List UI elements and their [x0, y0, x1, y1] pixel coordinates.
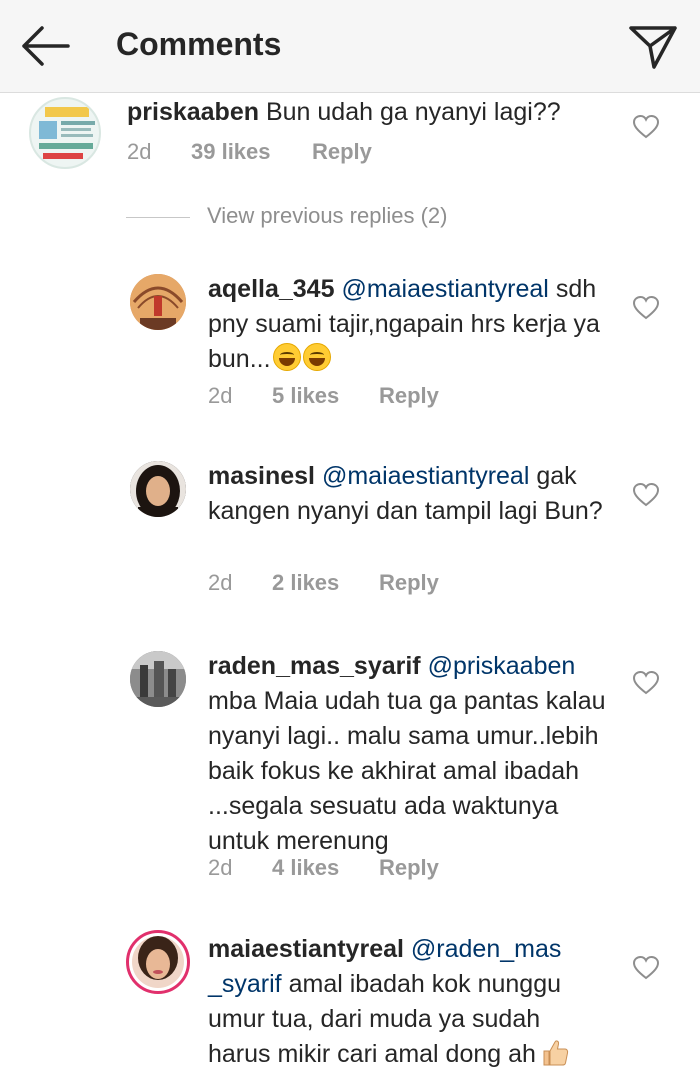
comment-body: mba Maia udah tua ga pantas kalau nyanyi… — [208, 687, 606, 855]
comment-parent: priskaaben Bun udah ga nyanyi lagi?? 2d … — [0, 93, 700, 183]
grinning-emoji-icon — [272, 343, 301, 371]
mention-link[interactable]: @priskaaben — [428, 652, 576, 680]
reply-item: maiaestiantyreal @raden_mas _syarif amal… — [0, 930, 700, 1079]
likes-count[interactable]: 2 likes — [272, 570, 339, 596]
avatar[interactable] — [29, 97, 101, 169]
send-button[interactable] — [626, 20, 680, 72]
reply-item: raden_mas_syarif @priskaaben mba Maia ud… — [0, 647, 700, 892]
comment-meta: 2d 2 likes Reply — [208, 570, 608, 598]
comment-text: priskaaben Bun udah ga nyanyi lagi?? — [127, 95, 637, 130]
comment-username[interactable]: priskaaben — [127, 98, 259, 126]
mention-link[interactable]: @maiaestiantyreal — [341, 275, 548, 303]
comment-text: maiaestiantyreal @raden_mas _syarif amal… — [208, 932, 608, 1072]
reply-button[interactable]: Reply — [379, 383, 439, 409]
thumbs-up-icon — [543, 1040, 569, 1066]
comment-time: 2d — [208, 383, 233, 408]
comment-time: 2d — [127, 139, 152, 164]
likes-count[interactable]: 5 likes — [272, 383, 339, 409]
avatar-image — [130, 651, 186, 707]
heart-icon[interactable] — [633, 956, 659, 980]
reply-button[interactable]: Reply — [379, 855, 439, 881]
back-button[interactable] — [18, 22, 72, 70]
heart-icon[interactable] — [633, 296, 659, 320]
comment-username[interactable]: aqella_345 — [208, 275, 335, 303]
avatar[interactable] — [130, 461, 186, 517]
arrow-left-icon — [22, 26, 70, 66]
grinning-emoji-icon — [302, 343, 331, 371]
reply-button[interactable]: Reply — [312, 139, 372, 165]
heart-icon[interactable] — [633, 115, 659, 139]
avatar[interactable] — [130, 651, 186, 707]
page-title: Comments — [116, 26, 282, 62]
avatar-image — [39, 107, 95, 159]
likes-count[interactable]: 4 likes — [272, 855, 339, 881]
avatar-image — [130, 461, 186, 517]
view-previous-label: View previous replies (2) — [207, 203, 448, 228]
comment-text: masinesl @maiaestiantyreal gak kangen ny… — [208, 459, 608, 529]
reply-item: masinesl @maiaestiantyreal gak kangen ny… — [0, 457, 700, 602]
avatar-image — [132, 936, 184, 988]
avatar[interactable] — [130, 274, 186, 330]
likes-count[interactable]: 39 likes — [191, 139, 271, 165]
comment-text: aqella_345 @maiaestiantyreal sdh pny sua… — [208, 272, 628, 377]
comment-body: Bun udah ga nyanyi lagi?? — [259, 98, 561, 126]
reply-item: aqella_345 @maiaestiantyreal sdh pny sua… — [0, 270, 700, 415]
heart-icon[interactable] — [633, 483, 659, 507]
comment-text: raden_mas_syarif @priskaaben mba Maia ud… — [208, 649, 608, 859]
heart-icon[interactable] — [633, 671, 659, 695]
comment-meta: 2d 5 likes Reply — [208, 383, 608, 411]
view-previous-replies[interactable]: View previous replies (2) — [126, 203, 526, 233]
reply-button[interactable]: Reply — [379, 570, 439, 596]
divider-line — [126, 217, 190, 218]
comment-time: 2d — [208, 855, 233, 880]
avatar[interactable] — [126, 930, 190, 994]
mention-link[interactable]: @maiaestiantyreal — [322, 462, 529, 490]
send-icon — [629, 26, 677, 69]
header-bar: Comments — [0, 0, 700, 93]
comment-username[interactable]: masinesl — [208, 462, 315, 490]
comment-username[interactable]: raden_mas_syarif — [208, 652, 421, 680]
comment-meta: 2d 4 likes Reply — [208, 855, 608, 883]
comment-meta: 2d 39 likes Reply — [127, 139, 527, 167]
comment-time: 2d — [208, 570, 233, 595]
comment-username[interactable]: maiaestiantyreal — [208, 935, 404, 963]
avatar-image — [130, 274, 186, 330]
